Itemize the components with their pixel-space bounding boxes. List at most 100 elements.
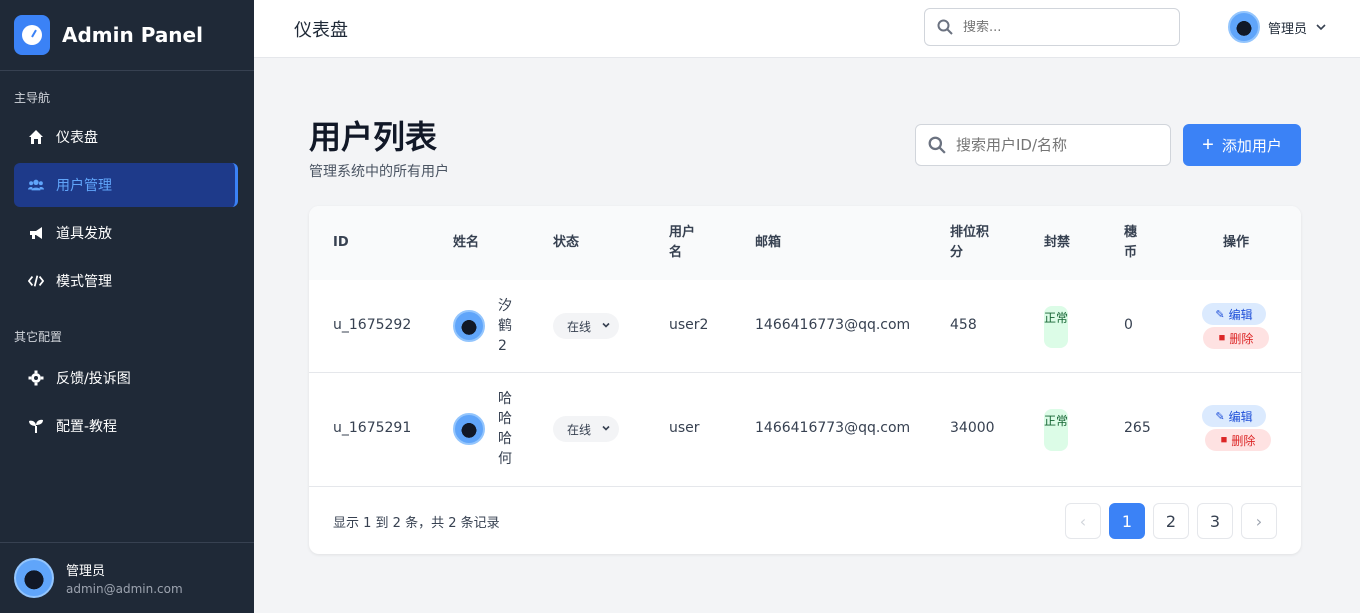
- gear-icon: [28, 370, 44, 386]
- col-email: 邮箱: [755, 235, 782, 250]
- sidebar-item-dashboard[interactable]: 仪表盘: [14, 115, 238, 159]
- user-table: ID 姓名 状态 用户名 邮箱 排位积分 封禁 穗币 操作 u_1675292 …: [309, 206, 1301, 554]
- page-button-3[interactable]: 3: [1197, 503, 1233, 539]
- status-select[interactable]: 在线: [553, 416, 619, 442]
- status-value: 在线: [567, 319, 592, 334]
- delete-label: 删除: [1231, 433, 1256, 448]
- avatar: [453, 413, 485, 445]
- chevron-down-icon: [602, 425, 610, 431]
- dashboard-logo-icon: [14, 15, 50, 55]
- status-value: 在线: [567, 422, 592, 437]
- prev-page-button[interactable]: ‹: [1065, 503, 1101, 539]
- sidebar-user[interactable]: 管理员 admin@admin.com: [0, 542, 254, 613]
- user-search-box[interactable]: [915, 124, 1171, 166]
- trash-icon: ■: [1220, 434, 1228, 446]
- chevron-down-icon: [602, 322, 610, 328]
- status-badge: 正常: [1044, 409, 1068, 451]
- delete-button[interactable]: ■ 删除: [1203, 327, 1269, 349]
- next-page-button[interactable]: ›: [1241, 503, 1277, 539]
- user-rank: 34000: [950, 420, 995, 436]
- seedling-icon: [28, 418, 44, 434]
- edit-label: 编辑: [1228, 307, 1253, 322]
- sidebar-item-modes[interactable]: 模式管理: [14, 259, 238, 303]
- sidebar-item-label: 用户管理: [56, 178, 112, 194]
- sidebar-item-label: 仪表盘: [56, 130, 98, 146]
- table-row: u_1675292 汐鹤2 在线 user2 1466416773@qq.com…: [309, 280, 1301, 373]
- top-search-box[interactable]: [924, 8, 1180, 46]
- chevron-left-icon: ‹: [1079, 511, 1087, 531]
- status-select[interactable]: 在线: [553, 313, 619, 339]
- col-actions: 操作: [1223, 235, 1250, 250]
- users-icon: [28, 177, 44, 193]
- user-search-input[interactable]: [956, 136, 1156, 154]
- edit-label: 编辑: [1228, 409, 1253, 424]
- page-breadcrumb: 仪表盘: [294, 20, 348, 41]
- topbar: 仪表盘 管理员: [254, 0, 1360, 58]
- user-id: u_1675292: [333, 317, 412, 333]
- avatar: [453, 310, 485, 342]
- sidebar: Admin Panel 主导航 仪表盘 用户管理 道具发放 模式管理 其它配置 …: [0, 0, 254, 613]
- col-status: 状态: [553, 235, 580, 250]
- sidebar-item-label: 道具发放: [56, 226, 112, 242]
- user-email: 1466416773@qq.com: [755, 420, 911, 436]
- col-id: ID: [333, 235, 349, 250]
- status-badge: 正常: [1044, 306, 1068, 348]
- chevron-right-icon: ›: [1255, 511, 1263, 531]
- user-rank: 458: [950, 317, 977, 333]
- sidebar-user-email: admin@admin.com: [66, 582, 183, 596]
- section-label-main: 主导航: [14, 91, 51, 105]
- page-button-2[interactable]: 2: [1153, 503, 1189, 539]
- sidebar-item-label: 反馈/投诉图: [56, 371, 131, 387]
- section-label-other: 其它配置: [14, 330, 63, 344]
- pencil-icon: ✎: [1215, 410, 1225, 423]
- delete-button[interactable]: ■ 删除: [1205, 429, 1271, 451]
- user-name: 哈哈哈何: [498, 391, 512, 467]
- sidebar-item-users[interactable]: 用户管理: [14, 163, 238, 207]
- sidebar-item-feedback[interactable]: 反馈/投诉图: [14, 356, 238, 400]
- home-icon: [28, 129, 44, 145]
- edit-button[interactable]: ✎ 编辑: [1202, 303, 1266, 325]
- pagination-info: 显示 1 到 2 条，共 2 条记录: [333, 516, 500, 531]
- plus-icon: +: [1202, 134, 1214, 156]
- col-name: 姓名: [453, 235, 480, 250]
- sidebar-user-name: 管理员: [66, 564, 106, 579]
- code-icon: [28, 273, 44, 289]
- user-username: user2: [669, 317, 709, 333]
- user-coins: 265: [1124, 420, 1151, 436]
- page-button-1[interactable]: 1: [1109, 503, 1145, 539]
- avatar: [14, 558, 54, 598]
- user-name: 汐鹤2: [498, 298, 512, 354]
- add-user-button[interactable]: + 添加用户: [1183, 124, 1301, 166]
- add-user-label: 添加用户: [1221, 137, 1282, 155]
- edit-button[interactable]: ✎ 编辑: [1202, 405, 1266, 427]
- search-icon: [928, 136, 946, 154]
- brand-title: Admin Panel: [62, 23, 203, 47]
- page-subtitle: 管理系统中的所有用户: [309, 164, 449, 180]
- col-coins: 穗币: [1124, 225, 1138, 260]
- user-email: 1466416773@qq.com: [755, 317, 911, 333]
- user-username: user: [669, 420, 700, 436]
- user-menu-name: 管理员: [1268, 21, 1308, 37]
- top-search-input[interactable]: [963, 19, 1163, 35]
- pencil-icon: ✎: [1215, 308, 1225, 321]
- page-title: 用户列表: [309, 118, 438, 156]
- table-row: u_1675291 哈哈哈何 在线 user 1466416773@qq.com…: [309, 373, 1301, 487]
- user-menu[interactable]: 管理员: [1228, 11, 1327, 43]
- col-ban: 封禁: [1044, 235, 1071, 250]
- sidebar-item-items[interactable]: 道具发放: [14, 211, 238, 255]
- brand: Admin Panel: [0, 0, 254, 71]
- search-icon: [937, 19, 953, 35]
- chevron-down-icon: [1316, 24, 1326, 31]
- sidebar-item-config[interactable]: 配置-教程: [14, 404, 238, 448]
- col-username: 用户名: [669, 225, 696, 260]
- trash-icon: ■: [1218, 332, 1226, 344]
- col-rank: 排位积分: [950, 225, 990, 260]
- sidebar-item-label: 模式管理: [56, 274, 112, 290]
- avatar: [1228, 11, 1260, 43]
- user-coins: 0: [1124, 317, 1133, 333]
- sidebar-item-label: 配置-教程: [56, 419, 118, 435]
- delete-label: 删除: [1229, 331, 1254, 346]
- user-id: u_1675291: [333, 420, 412, 436]
- megaphone-icon: [28, 225, 44, 241]
- table-header: ID 姓名 状态 用户名 邮箱 排位积分 封禁 穗币 操作: [309, 206, 1301, 280]
